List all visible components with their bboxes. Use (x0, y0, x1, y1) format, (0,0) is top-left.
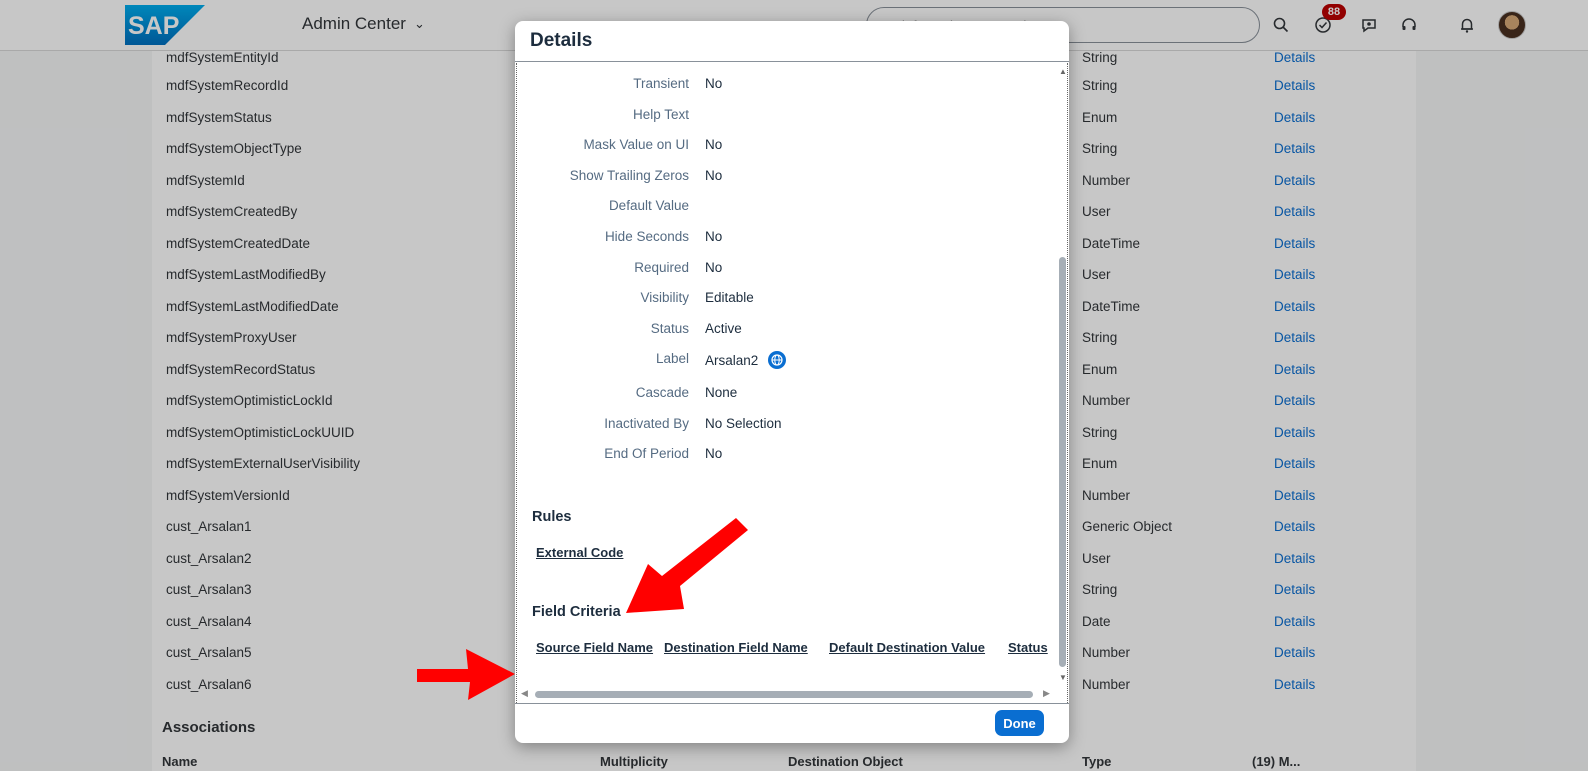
property-value: Editable (705, 290, 754, 305)
property-value-text: Active (705, 320, 742, 336)
globe-icon[interactable] (768, 351, 787, 370)
property-value-text: No (705, 259, 723, 275)
horizontal-scrollbar[interactable]: ◀ ▶ (521, 687, 1053, 701)
property-label: Cascade (635, 385, 689, 400)
property-label: Inactivated By (604, 415, 689, 431)
scroll-left-icon[interactable]: ◀ (521, 688, 528, 699)
vertical-scrollbar[interactable]: ▲ ▼ (1057, 67, 1067, 683)
property-label: Required (634, 259, 689, 275)
property-row: Mask Value on UI No (517, 135, 1057, 157)
property-value-text: No (705, 229, 723, 244)
scroll-up-icon[interactable]: ▲ (1059, 67, 1067, 76)
dialog-title: Details (530, 30, 593, 51)
property-value-text: Editable (705, 290, 754, 306)
property-row: Default Value (517, 196, 1057, 218)
property-label: Show Trailing Zeros (569, 167, 689, 183)
dialog-footer: Done (515, 703, 1069, 743)
property-row: Required No (517, 258, 1057, 280)
property-row: Status Active (517, 319, 1057, 341)
property-row: Hide Seconds No (517, 227, 1057, 249)
property-label: Status (650, 320, 689, 336)
property-value: None (705, 385, 737, 400)
scroll-right-icon[interactable]: ▶ (1043, 688, 1050, 699)
property-value: No Selection (705, 416, 782, 431)
field-criteria-title: Field Criteria (532, 604, 621, 620)
property-label: Default Value (608, 198, 689, 214)
property-label: Transient (633, 76, 689, 91)
property-value-text: Arsalan2 (705, 352, 759, 368)
property-row: Cascade None (517, 383, 1057, 405)
property-value-text: No (705, 167, 723, 183)
col-default-destination-value[interactable]: Default Destination Value (829, 640, 985, 655)
horizontal-scroll-thumb[interactable] (535, 691, 1033, 698)
property-value: No (705, 168, 722, 183)
scroll-down-icon[interactable]: ▼ (1059, 673, 1067, 682)
property-value-text: No (705, 76, 723, 91)
property-value: Arsalan2 (705, 351, 787, 370)
done-button[interactable]: Done (995, 710, 1044, 736)
property-value: No (705, 137, 722, 152)
property-value-text: None (705, 385, 738, 400)
property-label: Hide Seconds (604, 229, 689, 244)
property-row: Label Arsalan2 (517, 349, 1057, 371)
property-value: Active (705, 321, 742, 336)
property-label: Mask Value on UI (583, 137, 689, 153)
property-value: No (705, 229, 722, 244)
col-destination-field-name[interactable]: Destination Field Name (664, 640, 808, 655)
dialog-header: Details (515, 21, 1069, 62)
vertical-scroll-thumb[interactable] (1059, 257, 1066, 667)
property-value-text: No (705, 446, 723, 462)
rules-col-external-code[interactable]: External Code (536, 545, 623, 560)
col-source-field-name[interactable]: Source Field Name (536, 640, 653, 655)
property-row: Inactivated By No Selection (517, 414, 1057, 436)
property-label: Visibility (640, 290, 689, 306)
property-label: Help Text (632, 106, 689, 122)
property-row: Transient No (517, 74, 1057, 96)
property-row: Visibility Editable (517, 288, 1057, 310)
rules-title: Rules (532, 509, 572, 525)
details-dialog: Details Transient No Help Text Mask Value o… (515, 21, 1069, 743)
property-value-text: No Selection (705, 415, 782, 431)
property-label: Label (655, 351, 689, 367)
property-label: End Of Period (604, 446, 689, 462)
property-value: No (705, 260, 722, 275)
property-row: Show Trailing Zeros No (517, 166, 1057, 188)
property-value: No (705, 446, 722, 461)
property-row: Help Text (517, 105, 1057, 127)
property-row: End Of Period No (517, 444, 1057, 466)
dialog-content: Transient No Help Text Mask Value on UI No Sh… (516, 63, 1068, 703)
col-status[interactable]: Status (1008, 640, 1048, 655)
property-value: No (705, 76, 722, 91)
property-value-text: No (705, 137, 723, 153)
